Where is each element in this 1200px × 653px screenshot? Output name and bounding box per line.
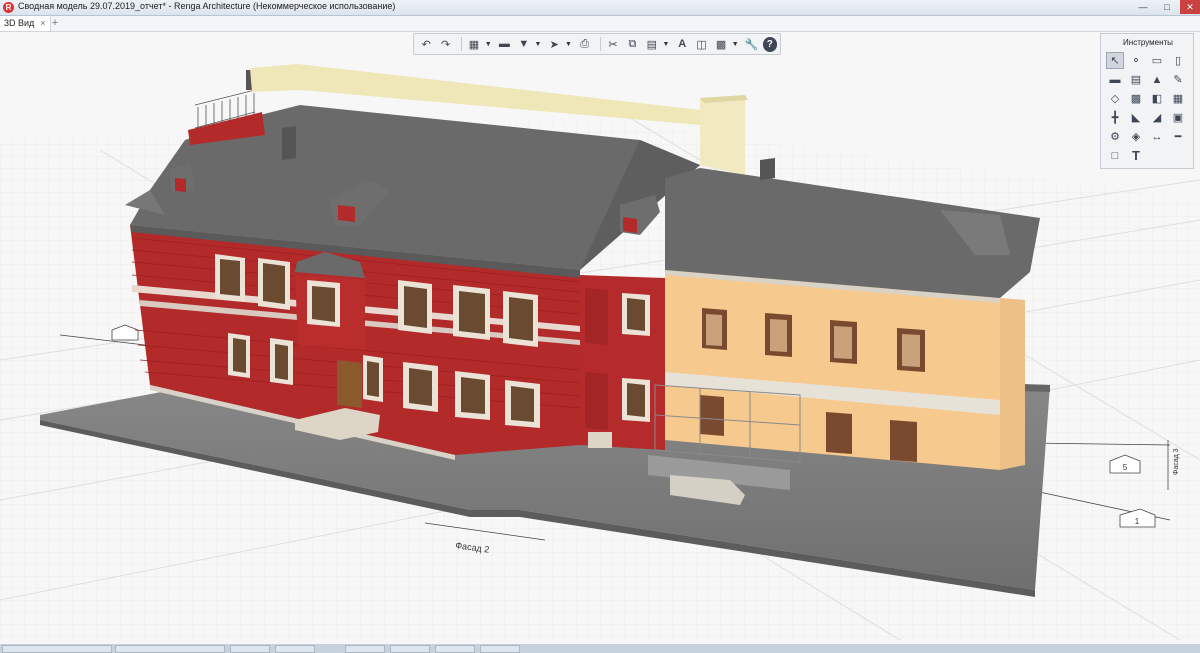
- redo-icon[interactable]: ↷: [437, 36, 453, 53]
- maximize-icon: □: [1164, 2, 1170, 12]
- beam-icon[interactable]: ▤: [1127, 71, 1145, 88]
- chevron-down-icon[interactable]: ▼: [485, 36, 492, 53]
- paste-icon[interactable]: ▤: [644, 36, 660, 53]
- wall-icon[interactable]: ▭: [1148, 52, 1166, 69]
- text-icon[interactable]: T: [1127, 147, 1145, 164]
- minimize-button[interactable]: —: [1134, 0, 1152, 14]
- model-element-icon[interactable]: ◈: [1127, 128, 1145, 145]
- close-icon: ✕: [1186, 2, 1194, 12]
- print-icon[interactable]: ⎙: [576, 36, 592, 53]
- settings-wrench-icon[interactable]: 🔧: [743, 36, 759, 53]
- undo-icon[interactable]: ↶: [418, 36, 434, 53]
- tools-panel: Инструменты ↖ ⚬ ▭ ▯ ▬ ▤ ▲ ✎ ◇ ▩ ◧ ▦ ╋ ◣ …: [1100, 33, 1194, 169]
- axis-5-label: 5: [1123, 463, 1128, 472]
- close-button[interactable]: ✕: [1180, 0, 1200, 14]
- export-icon[interactable]: ➤: [546, 36, 562, 53]
- equipment-icon[interactable]: ▣: [1169, 109, 1187, 126]
- 3d-viewport[interactable]: 5 1 Фасад 2 Фасад 3: [0, 32, 1200, 644]
- tools-panel-title: Инструменты: [1123, 38, 1173, 47]
- window-title: Сводная модель 29.07.2019_отчет* - Renga…: [18, 1, 396, 11]
- tab-close-icon[interactable]: ×: [40, 18, 45, 28]
- renga-logo-icon[interactable]: R: [3, 2, 14, 13]
- taskbar-item[interactable]: [480, 645, 520, 653]
- taskbar-item[interactable]: [435, 645, 475, 653]
- taskbar-item[interactable]: [275, 645, 315, 653]
- text-style-icon[interactable]: A: [674, 36, 690, 53]
- add-tab-button[interactable]: +: [48, 16, 62, 31]
- main-toolbar: ↶ ↷ ▦ ▼ ▬ ▼ ▼ ➤ ▼ ⎙ ✂ ⧉ ▤ ▼ A ◫ ▩ ▼ 🔧 ?: [413, 33, 781, 55]
- chevron-down-icon[interactable]: ▼: [565, 36, 572, 53]
- slab-icon[interactable]: ▬: [1106, 71, 1124, 88]
- stamp-icon[interactable]: ▼: [516, 36, 532, 53]
- dimension-icon[interactable]: ↔: [1148, 128, 1166, 145]
- pencil-icon[interactable]: ✎: [1169, 71, 1187, 88]
- toolbar-separator: [460, 37, 462, 51]
- main-door: [337, 360, 362, 408]
- stair-icon[interactable]: ◣: [1127, 109, 1145, 126]
- window-icon[interactable]: ▦: [1169, 90, 1187, 107]
- chevron-down-icon[interactable]: ▼: [732, 36, 739, 53]
- toolbar-separator: [599, 37, 601, 51]
- plus-icon: +: [51, 17, 59, 29]
- taskbar-item[interactable]: [2, 645, 112, 653]
- taskbar-item[interactable]: [345, 645, 385, 653]
- maximize-button[interactable]: □: [1158, 0, 1176, 14]
- title-bar: R Сводная модель 29.07.2019_отчет* - Ren…: [0, 0, 1200, 16]
- axis-1-label: 1: [1135, 517, 1140, 526]
- copy-icon[interactable]: ⧉: [624, 36, 640, 53]
- select-icon[interactable]: ↖: [1106, 52, 1124, 69]
- taskbar-item[interactable]: [115, 645, 225, 653]
- ramp-icon[interactable]: ◢: [1148, 109, 1166, 126]
- tab-3d-view[interactable]: 3D Вид ×: [0, 16, 51, 31]
- fill-icon[interactable]: ▬: [496, 36, 512, 53]
- room-icon[interactable]: □: [1106, 147, 1124, 164]
- tab-label: 3D Вид: [4, 18, 35, 28]
- facade-3-label: Фасад 3: [1173, 448, 1180, 475]
- chevron-down-icon[interactable]: ▼: [663, 36, 670, 53]
- roof-icon[interactable]: ▲: [1148, 71, 1166, 88]
- column-icon[interactable]: ▯: [1169, 52, 1187, 69]
- drawings-icon[interactable]: ◫: [693, 36, 709, 53]
- view-cube-icon[interactable]: ▦: [466, 36, 482, 53]
- axis-icon[interactable]: ⚬: [1127, 52, 1145, 69]
- taskbar-item[interactable]: [230, 645, 270, 653]
- document-tab-bar: 3D Вид × +: [0, 16, 1200, 32]
- level-icon[interactable]: ━: [1169, 128, 1187, 145]
- layers-icon[interactable]: ▩: [713, 36, 729, 53]
- minimize-icon: —: [1138, 2, 1148, 12]
- building-model-scene: 5 1 Фасад 2 Фасад 3: [0, 32, 1200, 644]
- taskbar-item[interactable]: [390, 645, 430, 653]
- cut-icon[interactable]: ✂: [605, 36, 621, 53]
- chevron-down-icon[interactable]: ▼: [535, 36, 542, 53]
- gear-component-icon[interactable]: ⚙: [1106, 128, 1124, 145]
- help-icon[interactable]: ?: [762, 36, 778, 52]
- floor-icon[interactable]: ▩: [1127, 90, 1145, 107]
- railing-icon[interactable]: ╋: [1106, 109, 1124, 126]
- door-icon[interactable]: ◧: [1148, 90, 1166, 107]
- os-taskbar: [0, 644, 1200, 653]
- tools-grid: ↖ ⚬ ▭ ▯ ▬ ▤ ▲ ✎ ◇ ▩ ◧ ▦ ╋ ◣ ◢ ▣ ⚙ ◈ ↔ ━ …: [1106, 52, 1192, 166]
- opening-icon[interactable]: ◇: [1106, 90, 1124, 107]
